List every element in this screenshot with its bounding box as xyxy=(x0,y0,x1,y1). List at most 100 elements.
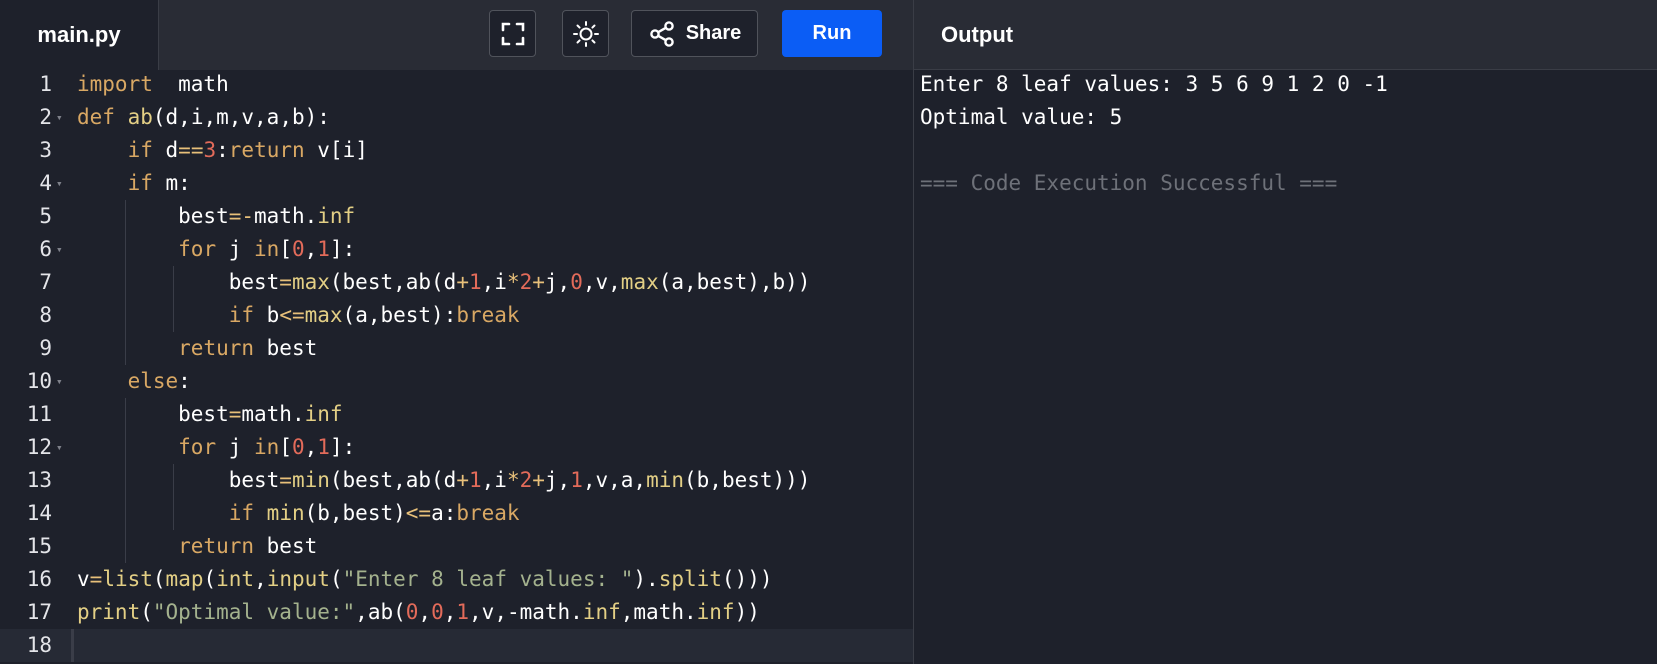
code-editor[interactable]: 1 import math 2 ▾ def ab(d,i,m,v,a,b): 3 if d… xyxy=(0,70,913,664)
code-line[interactable]: 18 xyxy=(0,629,913,662)
code-token: j xyxy=(216,237,255,261)
fold-chevron-icon[interactable]: ▾ xyxy=(56,431,63,464)
code-token: (b,best) xyxy=(304,501,406,525)
code-token: , xyxy=(304,237,318,261)
code-text: best=min(best,ab(d+1,i*2+j,1,v,a,min(b,b… xyxy=(77,464,811,497)
code-token: ())) xyxy=(721,567,773,591)
code-token: for xyxy=(178,237,217,261)
code-token: + xyxy=(456,270,469,294)
text-cursor xyxy=(71,629,74,662)
code-text: print("Optimal value:",ab(0,0,1,v,-math.… xyxy=(77,596,760,629)
code-token: int xyxy=(216,567,255,591)
share-label: Share xyxy=(685,22,742,44)
code-token: v xyxy=(77,567,90,591)
line-number: 2 xyxy=(39,105,52,129)
code-token: <= xyxy=(279,303,305,327)
code-token: [ xyxy=(279,237,292,261)
code-line[interactable]: 13 best=min(best,ab(d+1,i*2+j,1,v,a,min(… xyxy=(0,464,913,497)
code-token: ab xyxy=(127,105,153,129)
code-token: for xyxy=(178,435,217,459)
fold-chevron-icon[interactable]: ▾ xyxy=(56,101,63,134)
code-token: best xyxy=(254,336,318,360)
fold-chevron-icon[interactable]: ▾ xyxy=(56,167,63,200)
run-button[interactable]: Run xyxy=(782,10,882,57)
code-token: )) xyxy=(734,600,760,624)
code-token: [ xyxy=(279,435,292,459)
code-line[interactable]: 14 if min(b,best)<=a:break xyxy=(0,497,913,530)
line-number: 18 xyxy=(26,633,52,657)
top-bar: main.py Share Run Output xyxy=(0,0,1657,70)
code-token: ( xyxy=(203,567,217,591)
fold-chevron-icon[interactable]: ▾ xyxy=(56,233,63,266)
code-line[interactable]: 3 if d==3:return v[i] xyxy=(0,134,913,167)
share-button[interactable]: Share xyxy=(631,10,758,57)
theme-toggle-button[interactable] xyxy=(562,10,609,57)
code-token: + xyxy=(532,270,545,294)
line-number: 6 xyxy=(39,237,52,261)
code-text: if m: xyxy=(77,167,191,200)
fullscreen-button[interactable] xyxy=(489,10,536,57)
code-line[interactable]: 9 return best xyxy=(0,332,913,365)
file-tab-main-py[interactable]: main.py xyxy=(0,0,159,70)
code-token: d xyxy=(152,138,179,162)
code-token: , xyxy=(304,435,318,459)
code-token: ). xyxy=(633,567,659,591)
code-token: j, xyxy=(544,468,571,492)
code-token: math. xyxy=(254,204,318,228)
code-line[interactable]: 11 best=math.inf xyxy=(0,398,913,431)
code-token: (a,best),b)) xyxy=(658,270,811,294)
code-token: 0 xyxy=(431,600,444,624)
panel-divider[interactable] xyxy=(913,0,914,664)
code-token: list xyxy=(102,567,153,591)
line-number: 3 xyxy=(39,138,52,162)
code-line[interactable]: 4 ▾ if m: xyxy=(0,167,913,200)
code-token: j xyxy=(216,435,255,459)
code-token: break xyxy=(456,501,520,525)
code-token: ,v, xyxy=(582,270,621,294)
code-line[interactable]: 16 v=list(map(int,input("Enter 8 leaf val… xyxy=(0,563,913,596)
code-line[interactable]: 1 import math xyxy=(0,68,913,101)
code-line[interactable]: 8 if b<=max(a,best):break xyxy=(0,299,913,332)
line-number: 13 xyxy=(26,468,52,492)
line-number: 14 xyxy=(26,501,52,525)
code-token: return xyxy=(178,336,255,360)
line-number: 7 xyxy=(39,270,52,294)
code-token: ,i xyxy=(481,270,507,294)
code-text: if b<=max(a,best):break xyxy=(77,299,520,332)
code-token: ( xyxy=(152,567,166,591)
code-text: for j in[0,1]: xyxy=(77,431,355,464)
code-token: 1 xyxy=(468,270,482,294)
code-token: + xyxy=(532,468,545,492)
code-token: 3 xyxy=(203,138,217,162)
code-line[interactable]: 6 ▾ for j in[0,1]: xyxy=(0,233,913,266)
code-token: , xyxy=(418,600,432,624)
code-text: else: xyxy=(77,365,191,398)
code-token: == xyxy=(178,138,204,162)
code-line[interactable]: 7 best=max(best,ab(d+1,i*2+j,0,v,max(a,b… xyxy=(0,266,913,299)
line-number: 16 xyxy=(26,567,52,591)
line-number: 17 xyxy=(26,600,52,624)
code-token: ,v,-math. xyxy=(469,600,583,624)
code-line[interactable]: 17 print("Optimal value:",ab(0,0,1,v,-mat… xyxy=(0,596,913,629)
code-token: 2 xyxy=(519,270,533,294)
code-token: 2 xyxy=(519,468,533,492)
code-token: in xyxy=(254,237,280,261)
code-token: max xyxy=(620,270,659,294)
code-line[interactable]: 2 ▾ def ab(d,i,m,v,a,b): xyxy=(0,101,913,134)
line-number: 10 xyxy=(26,369,52,393)
line-number: 4 xyxy=(39,171,52,195)
code-token: m: xyxy=(152,171,191,195)
fold-chevron-icon[interactable]: ▾ xyxy=(56,365,63,398)
code-line[interactable]: 15 return best xyxy=(0,530,913,563)
code-line[interactable]: 12 ▾ for j in[0,1]: xyxy=(0,431,913,464)
code-line[interactable]: 5 best=-math.inf xyxy=(0,200,913,233)
output-line: Optimal value: 5 xyxy=(920,105,1123,129)
code-token: inf xyxy=(304,402,343,426)
code-token: 1 xyxy=(456,600,470,624)
code-token: best xyxy=(77,204,229,228)
code-token: = xyxy=(228,402,242,426)
code-line[interactable]: 10 ▾ else: xyxy=(0,365,913,398)
